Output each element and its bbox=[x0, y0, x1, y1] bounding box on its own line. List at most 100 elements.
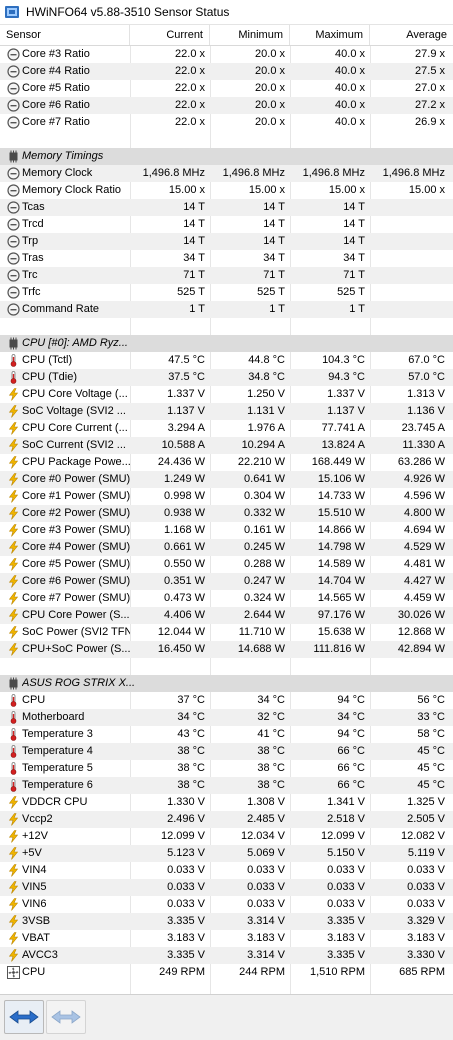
sensor-row[interactable]: Core #3 Ratio 22.0 x 20.0 x 40.0 x 27.9 x bbox=[0, 46, 453, 63]
lightning-icon bbox=[7, 626, 20, 639]
sensor-row[interactable]: Trfc 525 T 525 T 525 T bbox=[0, 284, 453, 301]
sensor-name: Core #3 Ratio bbox=[22, 48, 90, 60]
sensor-row[interactable]: Temperature 3 43 °C 41 °C 94 °C 58 °C bbox=[0, 726, 453, 743]
average-value bbox=[370, 199, 448, 216]
sensor-row[interactable]: Tras 34 T 34 T 34 T bbox=[0, 250, 453, 267]
title-bar: HWiNFO64 v5.88-3510 Sensor Status bbox=[0, 0, 453, 25]
sensor-row[interactable]: VIN4 0.033 V 0.033 V 0.033 V 0.033 V bbox=[0, 862, 453, 879]
sensor-row[interactable]: Core #5 Ratio 22.0 x 20.0 x 40.0 x 27.0 x bbox=[0, 80, 453, 97]
column-header: Sensor Current Minimum Maximum Average bbox=[0, 25, 453, 46]
sensor-row[interactable]: CPU (Tctl) 47.5 °C 44.8 °C 104.3 °C 67.0 °C bbox=[0, 352, 453, 369]
minimum-value: 14 T bbox=[263, 235, 285, 247]
sensor-row[interactable]: +12V 12.099 V 12.034 V 12.099 V 12.082 V bbox=[0, 828, 453, 845]
current-value: 14 T bbox=[183, 218, 205, 230]
sensor-row[interactable]: Core #0 Power (SMU) 1.249 W 0.641 W 15.106 … bbox=[0, 471, 453, 488]
sensor-row[interactable]: CPU Core Voltage (... 1.337 V 1.250 V 1.337… bbox=[0, 386, 453, 403]
sensor-row[interactable]: CPU+SoC Power (S... 16.450 W 14.688 W 111.8… bbox=[0, 641, 453, 658]
maximum-value: 66 °C bbox=[337, 779, 365, 791]
lightning-icon bbox=[7, 898, 20, 911]
sensor-row[interactable]: SoC Power (SVI2 TFN) 12.044 W 11.710 W 15.6… bbox=[0, 624, 453, 641]
sensor-row[interactable]: VBAT 3.183 V 3.183 V 3.183 V 3.183 V bbox=[0, 930, 453, 947]
sensor-row[interactable]: Core #7 Ratio 22.0 x 20.0 x 40.0 x 26.9 x bbox=[0, 114, 453, 131]
sensor-row[interactable]: Core #2 Power (SMU) 0.938 W 0.332 W 15.510 … bbox=[0, 505, 453, 522]
sensor-row[interactable]: Memory Clock 1,496.8 MHz 1,496.8 MHz 1,496.… bbox=[0, 165, 453, 182]
sensor-row[interactable]: Core #1 Power (SMU) 0.998 W 0.304 W 14.733 … bbox=[0, 488, 453, 505]
average-value bbox=[370, 233, 448, 250]
clock-icon bbox=[7, 116, 20, 129]
current-value: 0.351 W bbox=[164, 575, 205, 587]
sensor-row[interactable]: Trc 71 T 71 T 71 T bbox=[0, 267, 453, 284]
clock-icon bbox=[7, 82, 20, 95]
sensor-row[interactable]: Motherboard 34 °C 32 °C 34 °C 33 °C bbox=[0, 709, 453, 726]
thermometer-icon bbox=[7, 694, 20, 707]
sensor-row[interactable]: CPU Core Current (... 3.294 A 1.976 A 77.74… bbox=[0, 420, 453, 437]
sensor-row[interactable]: CPU (Tdie) 37.5 °C 34.8 °C 94.3 °C 57.0 °C bbox=[0, 369, 453, 386]
sensor-row[interactable]: Command Rate 1 T 1 T 1 T bbox=[0, 301, 453, 318]
sensor-row[interactable]: Core #7 Power (SMU) 0.473 W 0.324 W 14.565 … bbox=[0, 590, 453, 607]
current-value: 0.938 W bbox=[164, 507, 205, 519]
average-value: 1.136 V bbox=[407, 405, 445, 417]
maximum-value: 1.137 V bbox=[327, 405, 365, 417]
sensor-row[interactable]: 3VSB 3.335 V 3.314 V 3.335 V 3.329 V bbox=[0, 913, 453, 930]
current-value: 0.550 W bbox=[164, 558, 205, 570]
sensor-row[interactable]: VIN6 0.033 V 0.033 V 0.033 V 0.033 V bbox=[0, 896, 453, 913]
sensor-name: VIN6 bbox=[22, 898, 47, 910]
current-value: 15.00 x bbox=[168, 184, 205, 196]
sensor-row[interactable]: Memory Clock Ratio 15.00 x 15.00 x 15.00 x 1… bbox=[0, 182, 453, 199]
sensor-row[interactable]: Temperature 4 38 °C 38 °C 66 °C 45 °C bbox=[0, 743, 453, 760]
current-value: 5.123 V bbox=[167, 847, 205, 859]
minimum-value: 20.0 x bbox=[255, 48, 285, 60]
average-value: 3.330 V bbox=[407, 949, 445, 961]
maximum-value: 66 °C bbox=[337, 762, 365, 774]
column-header-minimum[interactable]: Minimum bbox=[210, 25, 290, 45]
sensor-row[interactable]: Core #6 Power (SMU) 0.351 W 0.247 W 14.704 … bbox=[0, 573, 453, 590]
sensor-row[interactable]: VDDCR CPU 1.330 V 1.308 V 1.341 V 1.325 V bbox=[0, 794, 453, 811]
sensor-row[interactable]: AVCC3 3.335 V 3.314 V 3.335 V 3.330 V bbox=[0, 947, 453, 964]
sensor-name: CPU Package Powe... bbox=[22, 456, 130, 468]
maximum-value: 94 °C bbox=[337, 728, 365, 740]
sensor-row[interactable]: Tcas 14 T 14 T 14 T bbox=[0, 199, 453, 216]
sensor-row[interactable]: Trcd 14 T 14 T 14 T bbox=[0, 216, 453, 233]
sensor-row[interactable]: CPU Core Power (S... 4.406 W 2.644 W 97.176… bbox=[0, 607, 453, 624]
sensor-row[interactable]: SoC Voltage (SVI2 ... 1.137 V 1.131 V 1.137… bbox=[0, 403, 453, 420]
sensor-name: SoC Power (SVI2 TFN) bbox=[22, 626, 130, 638]
sensor-row[interactable]: VIN5 0.033 V 0.033 V 0.033 V 0.033 V bbox=[0, 879, 453, 896]
sensor-row[interactable]: Core #3 Power (SMU) 1.168 W 0.161 W 14.866 … bbox=[0, 522, 453, 539]
maximum-value: 14 T bbox=[343, 201, 365, 213]
sensor-row[interactable]: CPU 37 °C 34 °C 94 °C 56 °C bbox=[0, 692, 453, 709]
sensor-row[interactable]: Core #6 Ratio 22.0 x 20.0 x 40.0 x 27.2 x bbox=[0, 97, 453, 114]
sensor-group-header[interactable]: ASUS ROG STRIX X... bbox=[0, 675, 453, 692]
sensor-row[interactable]: SoC Current (SVI2 ... 10.588 A 10.294 A 13.… bbox=[0, 437, 453, 454]
sensor-name: Trcd bbox=[22, 218, 44, 230]
sensor-row[interactable]: +5V 5.123 V 5.069 V 5.150 V 5.119 V bbox=[0, 845, 453, 862]
sensor-row[interactable]: Core #4 Power (SMU) 0.661 W 0.245 W 14.798 … bbox=[0, 539, 453, 556]
navigate-button-disabled[interactable] bbox=[46, 1000, 86, 1034]
sensor-group-header[interactable]: Memory Timings bbox=[0, 148, 453, 165]
sensor-row[interactable]: CPU Package Powe... 24.436 W 22.210 W 168.4… bbox=[0, 454, 453, 471]
sensor-row[interactable]: Trp 14 T 14 T 14 T bbox=[0, 233, 453, 250]
sensor-row[interactable]: Vccp2 2.496 V 2.485 V 2.518 V 2.505 V bbox=[0, 811, 453, 828]
average-value: 4.529 W bbox=[404, 541, 445, 553]
column-header-maximum[interactable]: Maximum bbox=[290, 25, 370, 45]
current-value: 0.033 V bbox=[167, 864, 205, 876]
column-header-sensor[interactable]: Sensor bbox=[0, 25, 130, 45]
sensor-row[interactable]: Core #4 Ratio 22.0 x 20.0 x 40.0 x 27.5 x bbox=[0, 63, 453, 80]
sensor-row[interactable]: Temperature 5 38 °C 38 °C 66 °C 45 °C bbox=[0, 760, 453, 777]
minimum-value: 14.688 W bbox=[237, 643, 285, 655]
average-value: 12.082 V bbox=[400, 830, 445, 842]
sensor-name: CPU Core Current (... bbox=[22, 422, 128, 434]
sensor-name: Motherboard bbox=[22, 711, 85, 723]
column-header-current[interactable]: Current bbox=[130, 25, 210, 45]
navigate-button[interactable] bbox=[4, 1000, 44, 1034]
column-header-average[interactable]: Average bbox=[370, 25, 453, 45]
sensor-row[interactable]: Temperature 6 38 °C 38 °C 66 °C 45 °C bbox=[0, 777, 453, 794]
maximum-value: 34 °C bbox=[337, 711, 365, 723]
minimum-value: 2.644 W bbox=[244, 609, 285, 621]
sensor-group-header[interactable]: CPU [#0]: AMD Ryz... bbox=[0, 335, 453, 352]
lightning-icon bbox=[7, 473, 20, 486]
minimum-value: 32 °C bbox=[257, 711, 285, 723]
sensor-name: Core #0 Power (SMU) bbox=[22, 473, 130, 485]
sensor-row[interactable]: Core #5 Power (SMU) 0.550 W 0.288 W 14.589 … bbox=[0, 556, 453, 573]
sensor-row[interactable]: CPU 249 RPM 244 RPM 1,510 RPM 685 RPM bbox=[0, 964, 453, 981]
maximum-value: 168.449 W bbox=[311, 456, 365, 468]
